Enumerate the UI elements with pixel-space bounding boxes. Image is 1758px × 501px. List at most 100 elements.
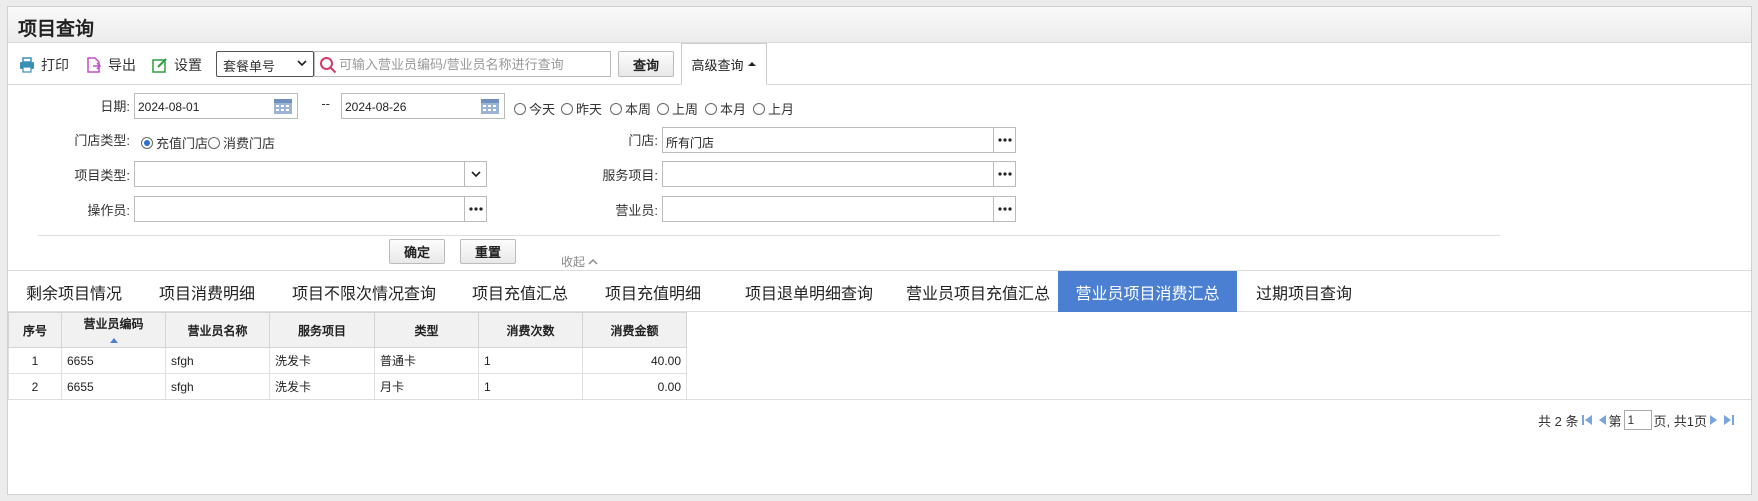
page-title: 项目查询 bbox=[18, 19, 95, 40]
last-page-icon[interactable] bbox=[1723, 414, 1735, 426]
search-type-select[interactable]: 套餐单号 bbox=[216, 51, 314, 77]
column-header[interactable]: 序号 bbox=[8, 312, 62, 348]
service-label: 服务项目: bbox=[602, 168, 658, 183]
radio-circle bbox=[610, 102, 622, 115]
operator-field[interactable] bbox=[134, 196, 487, 222]
radio-label: 昨天 bbox=[576, 102, 603, 117]
search-icon bbox=[320, 57, 337, 74]
chevron-down-icon[interactable] bbox=[464, 162, 486, 186]
column-header[interactable]: 消费次数 bbox=[478, 312, 583, 348]
store-type-consume[interactable]: 消费门店 bbox=[208, 133, 275, 152]
page-number-input[interactable]: 1 bbox=[1623, 410, 1652, 430]
radio-circle bbox=[705, 102, 717, 115]
chevron-up-icon bbox=[588, 259, 598, 265]
advanced-filters: 日期: 2024-08-01 -- 2024-08-26 今天 昨天 本周 上周… bbox=[8, 85, 1751, 271]
radio-label: 今天 bbox=[529, 102, 556, 117]
pager-page-prefix: 第 bbox=[1608, 413, 1622, 429]
pager-page-suffix: 页, 共1页 bbox=[1653, 413, 1707, 429]
chevron-down-icon bbox=[297, 60, 307, 67]
tab-recharge-summary[interactable]: 项目充值汇总 bbox=[454, 271, 586, 312]
results-table: 序号 营业员编码 营业员名称 服务项目 类型 消费次数 消费金额 1 6655 … bbox=[8, 312, 687, 400]
tab-unlimited-items[interactable]: 项目不限次情况查询 bbox=[274, 271, 454, 312]
column-header[interactable]: 类型 bbox=[374, 312, 479, 348]
store-value: 所有门店 bbox=[666, 136, 715, 150]
column-header[interactable]: 服务项目 bbox=[269, 312, 375, 348]
pager-total: 共 2 条 bbox=[1538, 413, 1579, 429]
settings-button[interactable]: 设置 bbox=[152, 55, 202, 75]
cell: 40.00 bbox=[582, 347, 687, 374]
query-button[interactable]: 查询 bbox=[618, 51, 674, 77]
date-label: 日期: bbox=[100, 99, 130, 114]
radio-circle bbox=[561, 102, 573, 115]
store-field[interactable]: 所有门店 bbox=[662, 127, 1016, 153]
tab-salesperson-recharge-summary[interactable]: 营业员项目充值汇总 bbox=[898, 271, 1058, 312]
salesperson-field[interactable] bbox=[662, 196, 1016, 222]
next-page-icon[interactable] bbox=[1709, 414, 1719, 426]
service-field[interactable] bbox=[662, 161, 1016, 187]
divider bbox=[38, 235, 1500, 236]
advanced-query-button[interactable]: 高级查询 bbox=[681, 43, 767, 85]
collapse-toggle[interactable]: 收起 bbox=[561, 253, 598, 270]
quick-date-last-week[interactable]: 上周 bbox=[657, 99, 698, 118]
tab-recharge-detail[interactable]: 项目充值明细 bbox=[586, 271, 720, 312]
print-button[interactable]: 打印 bbox=[19, 55, 69, 75]
cell: 普通卡 bbox=[374, 347, 479, 374]
more-icon[interactable] bbox=[464, 197, 486, 221]
advanced-query-label: 高级查询 bbox=[691, 57, 744, 73]
radio-circle bbox=[657, 102, 669, 115]
edit-settings-icon bbox=[152, 58, 167, 73]
radio-label: 上周 bbox=[672, 102, 699, 117]
tab-remaining-items[interactable]: 剩余项目情况 bbox=[8, 271, 140, 312]
table-row[interactable]: 2 6655 sfgh 洗发卡 月卡 1 0.00 bbox=[8, 373, 687, 400]
date-from-field[interactable]: 2024-08-01 bbox=[134, 93, 298, 119]
search-type-value: 套餐单号 bbox=[223, 59, 276, 74]
report-tabs: 剩余项目情况 项目消费明细 项目不限次情况查询 项目充值汇总 项目充值明细 项目… bbox=[8, 270, 1751, 312]
tab-item-consumption-detail[interactable]: 项目消费明细 bbox=[140, 271, 274, 312]
quick-date-last-month[interactable]: 上月 bbox=[753, 99, 794, 118]
column-header-label: 营业员编码 bbox=[83, 316, 144, 331]
date-to-field[interactable]: 2024-08-26 bbox=[341, 93, 505, 119]
quick-date-this-week[interactable]: 本周 bbox=[610, 99, 651, 118]
quick-date-today[interactable]: 今天 bbox=[514, 99, 555, 118]
first-page-icon[interactable] bbox=[1581, 414, 1593, 426]
cell: 6655 bbox=[61, 347, 166, 374]
confirm-button[interactable]: 确定 bbox=[389, 239, 445, 264]
cell: 月卡 bbox=[374, 373, 479, 400]
date-from-value: 2024-08-01 bbox=[138, 100, 200, 114]
table-row[interactable]: 1 6655 sfgh 洗发卡 普通卡 1 40.00 bbox=[8, 347, 687, 374]
radio-label: 上月 bbox=[768, 102, 795, 117]
more-icon[interactable] bbox=[993, 162, 1015, 186]
radio-label: 本周 bbox=[625, 102, 652, 117]
export-button[interactable]: 导出 bbox=[86, 55, 136, 75]
calendar-icon[interactable] bbox=[273, 97, 293, 115]
footer-divider bbox=[8, 399, 1751, 400]
table-header-row: 序号 营业员编码 营业员名称 服务项目 类型 消费次数 消费金额 bbox=[8, 312, 687, 348]
item-type-select[interactable] bbox=[134, 161, 487, 187]
column-header[interactable]: 消费金额 bbox=[582, 312, 687, 348]
calendar-icon[interactable] bbox=[480, 97, 500, 115]
more-icon[interactable] bbox=[993, 128, 1015, 152]
quick-date-this-month[interactable]: 本月 bbox=[705, 99, 746, 118]
print-label: 打印 bbox=[41, 57, 69, 73]
column-header[interactable]: 营业员名称 bbox=[165, 312, 270, 348]
column-header-sorted[interactable]: 营业员编码 bbox=[61, 312, 166, 348]
tab-expired-items[interactable]: 过期项目查询 bbox=[1237, 271, 1371, 312]
store-type-label: 门店类型: bbox=[74, 133, 130, 148]
tab-refund-detail[interactable]: 项目退单明细查询 bbox=[720, 271, 898, 312]
quick-date-yesterday[interactable]: 昨天 bbox=[561, 99, 602, 118]
date-separator: -- bbox=[321, 96, 330, 111]
cell: sfgh bbox=[165, 347, 270, 374]
sort-asc-icon bbox=[109, 337, 118, 343]
cell: 洗发卡 bbox=[269, 373, 375, 400]
radio-label: 充值门店 bbox=[156, 136, 209, 151]
date-to-value: 2024-08-26 bbox=[345, 100, 407, 114]
search-input[interactable] bbox=[339, 54, 607, 74]
store-type-recharge[interactable]: 充值门店 bbox=[141, 133, 208, 152]
settings-label: 设置 bbox=[174, 57, 202, 73]
tab-salesperson-consumption-summary[interactable]: 营业员项目消费汇总 bbox=[1058, 271, 1237, 312]
prev-page-icon[interactable] bbox=[1597, 414, 1607, 426]
radio-label: 消费门店 bbox=[223, 136, 276, 151]
more-icon[interactable] bbox=[993, 197, 1015, 221]
reset-button[interactable]: 重置 bbox=[460, 239, 516, 264]
cell: 1 bbox=[478, 373, 583, 400]
